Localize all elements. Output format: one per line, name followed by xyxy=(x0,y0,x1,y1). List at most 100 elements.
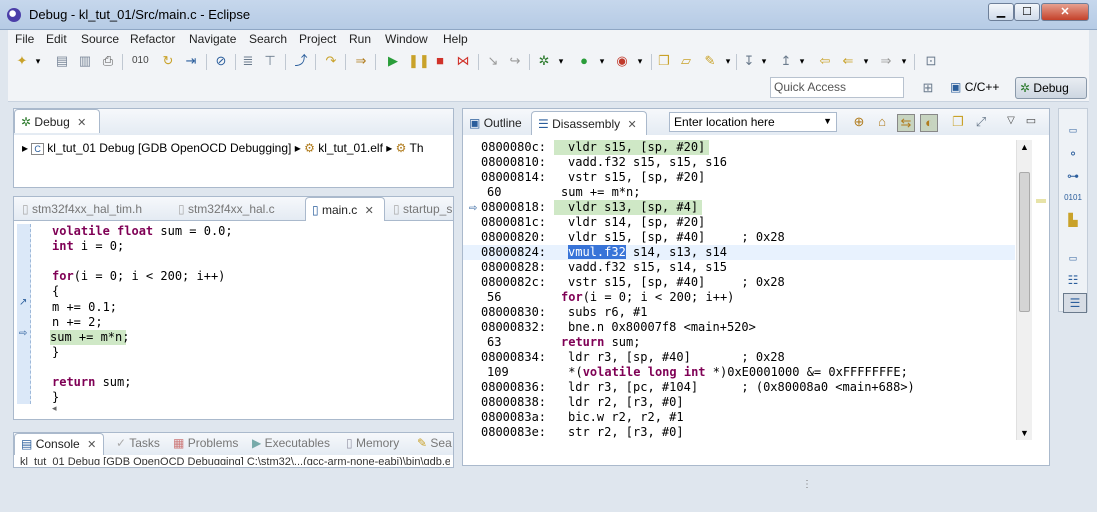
disasm-row[interactable]: 08000814: vstr s15, [sp, #20] xyxy=(463,170,1015,185)
step-return-icon[interactable]: ⤴ xyxy=(293,53,309,69)
disasm-row[interactable]: 08000810: vadd.f32 s15, s15, s16 xyxy=(463,155,1015,170)
save-all-icon[interactable]: ▥ xyxy=(77,53,93,69)
code-line[interactable] xyxy=(52,360,442,375)
refresh-icon[interactable]: ↻ xyxy=(160,53,176,69)
close-icon[interactable]: ✕ xyxy=(365,205,374,217)
open-folder-icon[interactable]: ▱ xyxy=(678,53,694,69)
tab-stm32f4xx-hal-tim-h[interactable]: ▯ stm32f4xx_hal_tim.h xyxy=(16,197,170,221)
wrench-dropdown-icon[interactable]: ▾ xyxy=(720,53,736,69)
forward-icon[interactable]: ⇒ xyxy=(878,53,894,69)
code-line[interactable]: n += 2; xyxy=(52,315,442,330)
print-icon[interactable]: ⎙ xyxy=(100,53,116,69)
tab-debug[interactable]: ✲ Debug ✕ xyxy=(14,109,100,133)
open-perspective-icon[interactable]: ⊞ xyxy=(920,80,936,96)
disassembly-listing[interactable]: 0800080c: vldr s15, [sp, #20] 08000810: vad… xyxy=(463,140,1015,440)
disasm-row[interactable]: 0800080c: vldr s15, [sp, #20] xyxy=(463,140,1015,155)
disconnect-icon[interactable]: ⋈ xyxy=(455,53,471,69)
new-view-icon[interactable]: ❐ xyxy=(950,114,966,130)
next-annotation-icon[interactable]: ↧ xyxy=(741,53,757,69)
breakpoints-icon[interactable]: ⊶ xyxy=(1063,167,1083,185)
code-line[interactable]: return sum; xyxy=(52,375,442,390)
close-icon[interactable]: ✕ xyxy=(87,439,96,451)
step-over-disabled-icon[interactable]: ↪ xyxy=(507,53,523,69)
disasm-source-line[interactable]: 63 return sum; xyxy=(463,335,1015,350)
breakpoint-icon[interactable]: ↗ xyxy=(19,297,27,308)
disasm-row[interactable]: 08000820: vldr s15, [sp, #40] ; 0x28 xyxy=(463,230,1015,245)
code-line[interactable]: } xyxy=(52,345,442,360)
terminate-icon[interactable]: ■ xyxy=(432,53,448,69)
use-step-filters-icon[interactable]: ⊤ xyxy=(262,53,278,69)
show-source-icon[interactable]: ◐ xyxy=(920,114,938,132)
registers-icon[interactable]: 0101 xyxy=(1063,189,1083,207)
code-line[interactable]: for(i = 0; i < 200; i++) xyxy=(52,269,442,284)
drop-frame-icon[interactable]: ≣ xyxy=(240,53,256,69)
code-line[interactable]: sum += m*n; xyxy=(50,329,129,345)
tab-disassembly[interactable]: ☰ Disassembly ✕ xyxy=(531,111,647,135)
quick-access-input[interactable]: Quick Access xyxy=(770,77,904,98)
disasm-source-line[interactable]: 109 *(volatile long int *)0xE0001000 &= … xyxy=(463,365,1015,380)
resume-icon[interactable]: ▶ xyxy=(385,53,401,69)
restore-icon[interactable]: ▭ xyxy=(1063,121,1083,139)
disasm-row[interactable]: 0800082c: vstr s15, [sp, #40] ; 0x28 xyxy=(463,275,1015,290)
next-annotation-dropdown-icon[interactable]: ▾ xyxy=(756,53,772,69)
close-button[interactable]: ✕ xyxy=(1041,3,1089,21)
disasm-row[interactable]: 08000830: subs r6, #1 xyxy=(463,305,1015,320)
menu-file[interactable]: File xyxy=(15,32,34,46)
maximize-button[interactable]: ☐ xyxy=(1014,3,1040,21)
step-into-disabled-icon[interactable]: ↘ xyxy=(485,53,501,69)
breadcrumb-thread[interactable]: Th xyxy=(410,141,424,155)
disasm-source-line[interactable]: 60 sum += m*n; xyxy=(463,185,1015,200)
view-menu-icon[interactable]: ▽ xyxy=(1003,113,1019,129)
scroll-left-icon[interactable]: ◂ xyxy=(52,403,57,414)
disasm-row[interactable]: 0800083a: bic.w r2, r2, #1 xyxy=(463,410,1015,425)
expand-arrow-icon[interactable]: ▸ xyxy=(22,141,28,155)
pin-editor-icon[interactable]: ⊡ xyxy=(923,53,939,69)
instruction-stepping-icon[interactable]: ↷ xyxy=(323,53,339,69)
wrench-icon[interactable]: ✎ xyxy=(702,53,718,69)
run-icon[interactable]: ● xyxy=(576,53,592,69)
tab-console[interactable]: ▤ Console ✕ xyxy=(14,433,104,455)
perspective-debug[interactable]: ✲ Debug xyxy=(1015,77,1087,99)
restore-icon[interactable]: ▭ xyxy=(1063,249,1083,267)
disasm-scroll-thumb[interactable] xyxy=(1019,172,1030,312)
location-input[interactable]: Enter location here ▼ xyxy=(669,112,837,132)
prev-annotation-dropdown-icon[interactable]: ▾ xyxy=(794,53,810,69)
tab-executables[interactable]: ▶ Executables xyxy=(246,433,336,455)
chevron-down-icon[interactable]: ▼ xyxy=(823,116,832,126)
goto-pc-icon[interactable]: ⊕ xyxy=(851,114,867,130)
new-project-icon[interactable]: ❐ xyxy=(656,53,672,69)
disasm-row[interactable]: 08000824: vmul.f32 s14, s13, s14 xyxy=(463,245,1015,260)
close-icon[interactable]: ✕ xyxy=(77,117,86,129)
code-line[interactable]: m += 0.1; xyxy=(52,300,442,315)
disasm-vscroll[interactable]: ▲ ▼ xyxy=(1016,140,1032,440)
code-line[interactable]: } xyxy=(52,390,442,405)
menu-project[interactable]: Project xyxy=(299,32,336,46)
tab-outline[interactable]: ▣ Outline xyxy=(463,111,531,135)
back-dropdown-icon[interactable]: ▾ xyxy=(858,53,874,69)
prev-annotation-icon[interactable]: ↥ xyxy=(778,53,794,69)
external-tools-dropdown-icon[interactable]: ▾ xyxy=(632,53,648,69)
scroll-down-icon[interactable]: ▼ xyxy=(1020,428,1029,438)
menu-source[interactable]: Source xyxy=(81,32,119,46)
minimize-view-icon[interactable]: ▭ xyxy=(1023,113,1039,129)
debug-dropdown-icon[interactable]: ▾ xyxy=(553,53,569,69)
menu-search[interactable]: Search xyxy=(249,32,287,46)
code-line[interactable]: int i = 0; xyxy=(52,239,442,254)
peripherals-icon[interactable]: ▙ xyxy=(1063,211,1083,229)
breadcrumb-launch[interactable]: kl_tut_01 Debug [GDB OpenOCD Debugging] xyxy=(47,141,291,155)
tab-main-c[interactable]: ▯ main.c ✕ xyxy=(305,197,385,221)
menu-run[interactable]: Run xyxy=(349,32,371,46)
link-with-debug-icon[interactable]: ⇆ xyxy=(897,114,915,132)
home-icon[interactable]: ⌂ xyxy=(874,114,890,130)
minimize-button[interactable]: ▁ xyxy=(988,3,1014,21)
skip-breakpoints-icon[interactable]: ⊘ xyxy=(213,53,229,69)
editor-code[interactable]: volatile float sum = 0.0; int i = 0; for(i… xyxy=(50,224,442,405)
step-over-icon[interactable]: ⇒ xyxy=(353,53,369,69)
code-line[interactable]: { xyxy=(52,284,442,299)
code-line[interactable]: volatile float sum = 0.0; xyxy=(52,224,442,239)
menu-refactor[interactable]: Refactor xyxy=(130,32,175,46)
variables-icon[interactable]: ⚬ xyxy=(1063,145,1083,163)
menu-edit[interactable]: Edit xyxy=(46,32,67,46)
tab-memory[interactable]: ▯ Memory xyxy=(340,433,405,455)
debug-icon[interactable]: ✲ xyxy=(536,53,552,69)
